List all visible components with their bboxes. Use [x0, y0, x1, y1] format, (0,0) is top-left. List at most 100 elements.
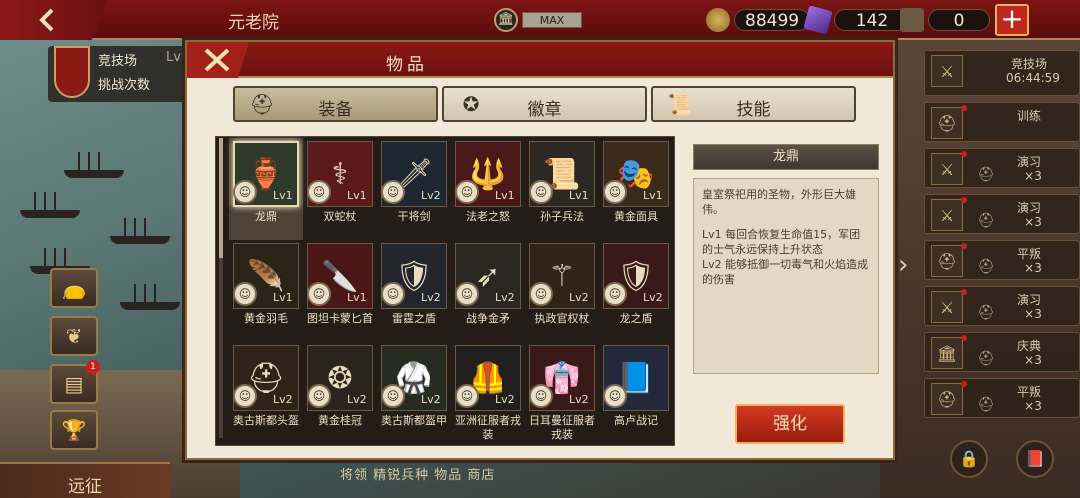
tokens-counter: 0: [900, 8, 990, 32]
item-level: Lv2: [495, 393, 515, 406]
hero-portrait-icon: ☺: [529, 384, 553, 408]
alert-dot: [961, 197, 967, 203]
tab-1[interactable]: ✪ 徽章: [442, 86, 647, 122]
activity-row[interactable]: ⚔ ⛑ 演习 ×3: [924, 194, 1080, 234]
bottom-nav[interactable]: 将领 精锐兵种 物品 商店: [340, 464, 495, 483]
detail-description: 皇室祭祀用的圣物，外形巨大雄伟。 Lv1 每回合恢复生命值15，军团的士气永远保…: [693, 178, 879, 374]
item-slot[interactable]: ❂ ☺ Lv2 黄金桂冠: [303, 342, 377, 444]
item-slot[interactable]: 📘 ☺ 高卢战记: [599, 342, 673, 444]
item-grid: 🏺 ☺ Lv1 龙鼎 ⚕ ☺ Lv1 双蛇杖 🗡 ☺ Lv2 干将剑 🔱 ☺ Lv1 法老之怒 📜 ☺ Lv1 孙子兵…: [229, 138, 673, 444]
scrollbar[interactable]: [219, 138, 223, 438]
hero-portrait-icon: ☺: [455, 384, 479, 408]
hero-portrait-icon: ☺: [233, 282, 257, 306]
tab-label: 技能: [736, 100, 771, 120]
senate-rank: 🏛 MAX: [494, 8, 582, 32]
hero-portrait-icon: ☺: [603, 282, 627, 306]
hero-portrait-icon: ☺: [307, 384, 331, 408]
lock-icon: 🔒: [959, 449, 979, 468]
activity-count: ×3: [1024, 307, 1042, 321]
item-slot[interactable]: ⚚ ☺ Lv2 执政官权杖: [525, 240, 599, 342]
activity-row[interactable]: ⛑ ⛑ 平叛 ×3: [924, 240, 1080, 280]
book-icon: 📕: [1025, 449, 1045, 468]
activity-row[interactable]: ⚔ 竞技场 06:44:59: [924, 50, 1080, 96]
laurel-button[interactable]: ❦: [50, 316, 98, 356]
item-slot[interactable]: 👘 ☺ Lv2 日耳曼征服者戎装: [525, 342, 599, 444]
ship-icon: [120, 284, 180, 310]
item-name: 黄金桂冠: [318, 414, 362, 427]
detail-lv1: Lv1 每回合恢复生命值15，军团的士气永远保持上升状态: [702, 228, 861, 256]
item-level: Lv2: [273, 393, 293, 406]
item-level: Lv1: [273, 291, 293, 304]
top-bar: 元老院 🏛 MAX 88499 142 0 +: [0, 0, 1080, 40]
item-slot[interactable]: 🦺 ☺ Lv2 亚洲征服者戎装: [451, 342, 525, 444]
scrollbar-thumb[interactable]: [219, 138, 223, 258]
item-slot[interactable]: 🥋 ☺ Lv2 奥古斯都盔甲: [377, 342, 451, 444]
tab-0[interactable]: ⛑ 装备: [233, 86, 438, 122]
helmet-icon: ⛑: [931, 383, 963, 415]
item-level: Lv2: [421, 189, 441, 202]
items-dialog: 物品 ⛑ 装备 ✪ 徽章 📜 技能 🏺 ☺ Lv1 龙鼎 ⚕ ☺ Lv1 双蛇杖 🗡 ☺ Lv2 干将剑 🔱 ☺ Lv…: [185, 40, 895, 460]
activity-row[interactable]: ⚔ ⛑ 演习 ×3: [924, 286, 1080, 326]
item-slot[interactable]: 🛡 ☺ Lv2 雷霆之盾: [377, 240, 451, 342]
hero-portrait-icon: ☺: [455, 180, 479, 204]
item-name: 高卢战记: [614, 414, 658, 427]
activity-name: 演习: [1016, 293, 1041, 307]
activity-row[interactable]: ⚔ ⛑ 演习 ×3: [924, 148, 1080, 188]
activity-row[interactable]: ⛑ 训练: [924, 102, 1080, 142]
lock-button[interactable]: 🔒: [950, 440, 988, 478]
item-slot[interactable]: ⛑ ☺ Lv2 奥古斯都头盔: [229, 342, 303, 444]
item-slot[interactable]: 🔪 ☺ Lv1 图坦卡蒙匕首: [303, 240, 377, 342]
activity-row[interactable]: 🏛 ⛑ 庆典 ×3: [924, 332, 1080, 372]
hero-portrait-icon: ☺: [381, 282, 405, 306]
bag-button[interactable]: 👝: [50, 268, 98, 308]
ship-icon: [64, 152, 124, 178]
hero-portrait-icon: ☺: [233, 384, 257, 408]
activity-name: 演习: [1016, 155, 1041, 169]
activity-count: ×3: [1024, 261, 1042, 275]
back-arrow-icon: [39, 8, 54, 32]
expedition-button[interactable]: 远征: [0, 462, 170, 498]
item-slot[interactable]: 📜 ☺ Lv1 孙子兵法: [525, 138, 599, 240]
hero-portrait-icon: ☺: [307, 282, 331, 306]
item-slot[interactable]: 🗡 ☺ Lv2 干将剑: [377, 138, 451, 240]
alert-dot: [961, 335, 967, 341]
item-level: Lv1: [495, 189, 515, 202]
item-name: 双蛇杖: [323, 210, 357, 223]
arena-emblem-icon: [54, 46, 90, 98]
item-name: 黄金羽毛: [244, 312, 288, 325]
right-activity-list: ⚔ 竞技场 06:44:59 ⛑ 训练 ⚔ ⛑ 演习 ×3 ⚔ ⛑ 演习 ×3 ⛑ ⛑ 平叛 ×3 ⚔ ⛑ 演习 ×3 🏛…: [924, 50, 1080, 424]
chevron-right-icon[interactable]: ›: [898, 250, 908, 280]
trophy-button[interactable]: 🏆: [50, 410, 98, 450]
item-slot[interactable]: 🪶 ☺ Lv1 黄金羽毛: [229, 240, 303, 342]
book-button[interactable]: 📕: [1016, 440, 1054, 478]
back-button[interactable]: [0, 0, 108, 40]
item-level: Lv2: [421, 291, 441, 304]
trophy-icon: 🏆: [61, 418, 87, 442]
tab-2[interactable]: 📜 技能: [651, 86, 856, 122]
activity-row[interactable]: ⛑ ⛑ 平叛 ×3: [924, 378, 1080, 418]
alert-dot: [961, 105, 967, 111]
item-name: 雷霆之盾: [392, 312, 436, 325]
item-slot[interactable]: 🔱 ☺ Lv1 法老之怒: [451, 138, 525, 240]
helmet-icon: ⛑: [931, 107, 963, 139]
item-slot[interactable]: 🎭 ☺ Lv1 黄金面具: [599, 138, 673, 240]
add-resource-button[interactable]: +: [995, 4, 1029, 36]
item-slot[interactable]: ⚕ ☺ Lv1 双蛇杖: [303, 138, 377, 240]
activity-name: 平叛: [1016, 247, 1041, 261]
alert-dot: [961, 289, 967, 295]
item-name: 执政官权杖: [534, 312, 590, 325]
item-name: 法老之怒: [466, 210, 510, 223]
item-name: 孙子兵法: [540, 210, 584, 223]
item-name: 奥古斯都头盔: [233, 414, 299, 427]
item-slot[interactable]: 🏺 ☺ Lv1 龙鼎: [229, 138, 303, 240]
activity-count: ×3: [1024, 399, 1042, 413]
arena-challenges: 挑战次数: [98, 78, 151, 93]
dialog-header: 物品: [187, 42, 893, 78]
hero-portrait-icon: ☺: [529, 180, 553, 204]
enhance-button[interactable]: 强化: [735, 404, 845, 444]
swords-icon: ⚔: [931, 199, 963, 231]
activity-count: 06:44:59: [1006, 71, 1060, 85]
item-slot[interactable]: ➶ ☺ Lv2 战争金矛: [451, 240, 525, 342]
item-slot[interactable]: 🛡 ☺ Lv2 龙之盾: [599, 240, 673, 342]
item-level: Lv1: [347, 189, 367, 202]
